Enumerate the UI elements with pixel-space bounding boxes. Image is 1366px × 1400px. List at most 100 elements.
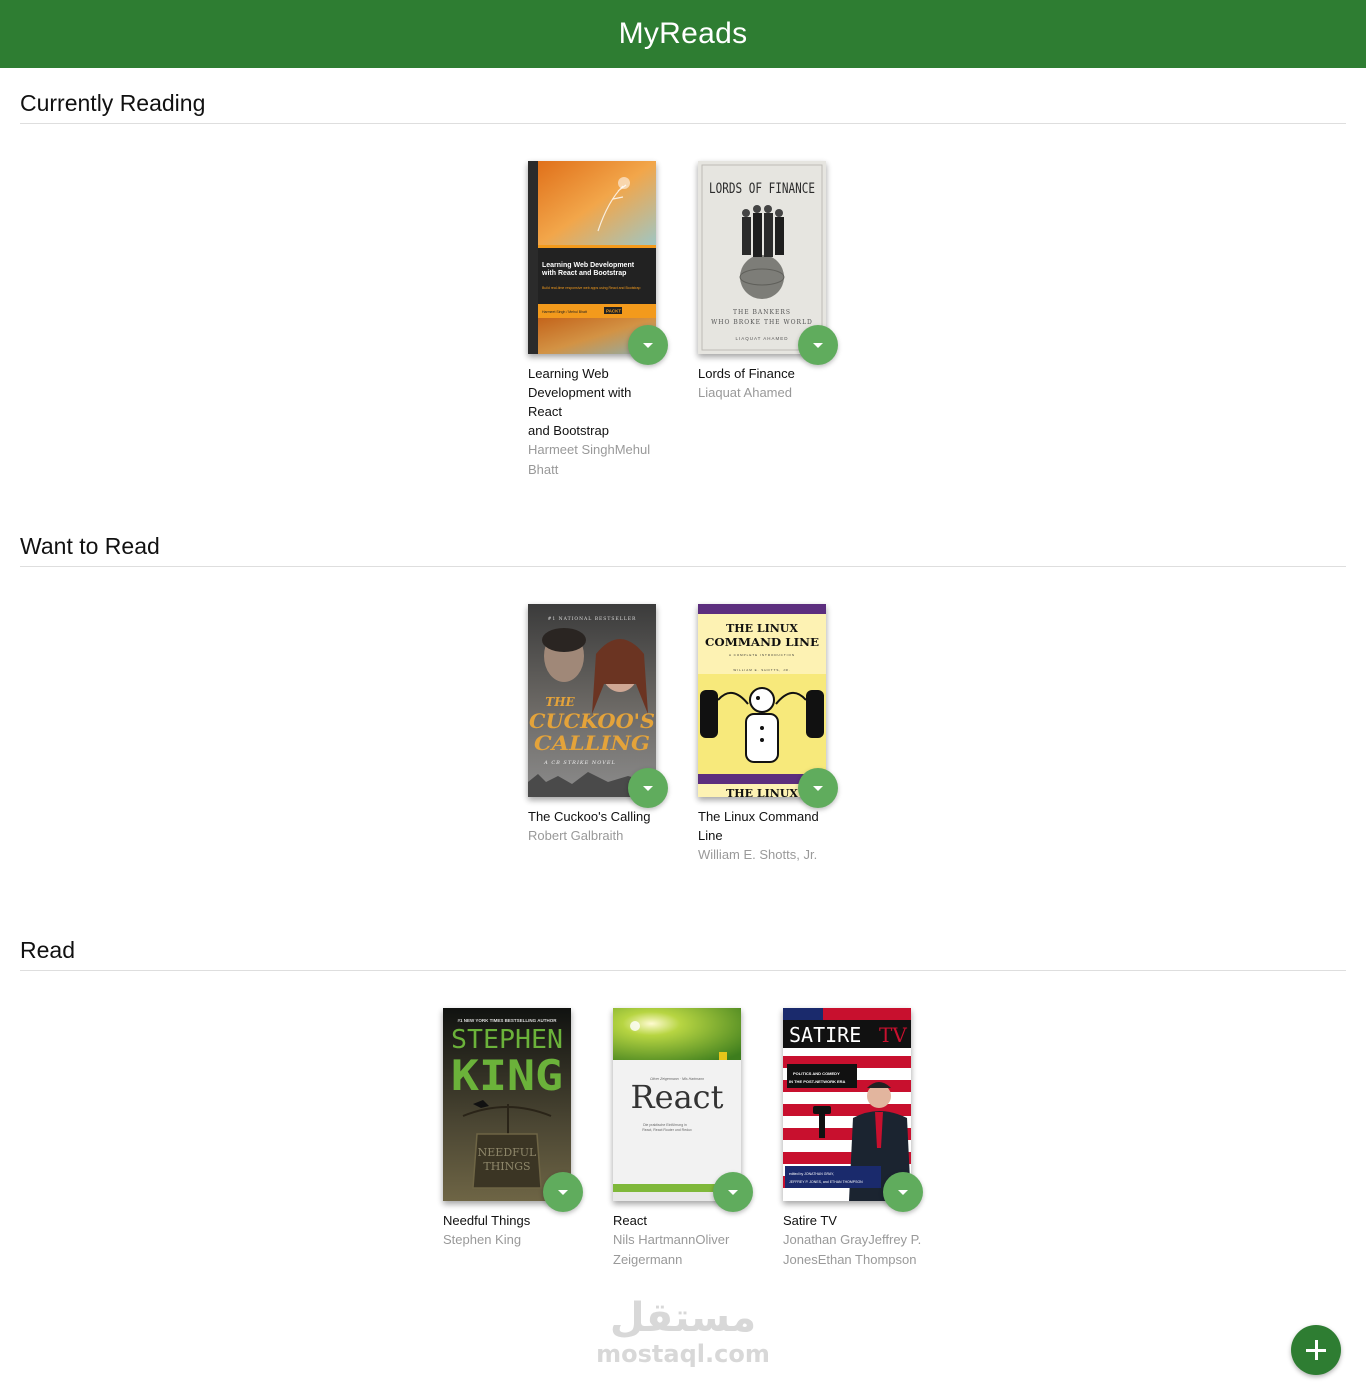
book-title: React Nils HartmannOliver Zeigermann: [613, 1211, 753, 1269]
book-cover[interactable]: SATIRE TV POLITICS AND COMEDY IN THE POS…: [783, 1008, 911, 1201]
book-title-line: and Bootstrap: [528, 423, 609, 438]
cover-text: LIAQUAT AHAMED: [735, 336, 788, 341]
book-title-line: React: [613, 1213, 647, 1228]
cover-text: SATIRE: [789, 1023, 861, 1047]
book-authors: Nils HartmannOliver Zeigermann: [613, 1230, 753, 1269]
book-cover[interactable]: #1 NEW YORK TIMES BESTSELLING AUTHOR STE…: [443, 1008, 571, 1201]
book-title: Satire TV Jonathan GrayJeffrey P. JonesE…: [783, 1211, 923, 1269]
book-cover[interactable]: Oliver Zeigermann · Nils Hartmann React …: [613, 1008, 741, 1201]
cover-text: A CB STRIKE NOVEL: [543, 760, 616, 766]
book-author-line: Stephen King: [443, 1232, 522, 1247]
cover-text: Build real-time responsive web apps usin…: [542, 286, 640, 290]
book-author-line: Liaquat Ahamed: [698, 385, 792, 400]
book-title: Learning Web Development with React and …: [528, 364, 668, 479]
app-title: MyReads: [618, 17, 748, 50]
cover-text: THINGS: [483, 1160, 530, 1173]
book-author-line: JonesEthan Thompson: [783, 1251, 917, 1267]
cover-text: React, React Router und Redux: [642, 1128, 692, 1132]
triangle-down-icon: [898, 1189, 908, 1195]
book-title-line: The Linux Command: [698, 809, 819, 824]
shelf-title: Read: [20, 937, 1346, 971]
triangle-down-icon: [558, 1189, 568, 1195]
book-author-line: Robert Galbraith: [528, 828, 624, 843]
cover-text: THE BANKERS: [733, 309, 791, 316]
book-title: The Cuckoo's Calling Robert Galbraith: [528, 807, 668, 846]
watermark-latin: mostaql.com: [596, 1340, 770, 1368]
book-cover[interactable]: LORDS OF FINANCE THE BANKERS WHO BROKE T…: [698, 161, 826, 354]
cover-text: Learning Web Development: [542, 262, 635, 269]
cover-text: Die praktische Einführung in: [643, 1123, 687, 1127]
book-authors: Liaquat Ahamed: [698, 383, 838, 403]
book-cover[interactable]: Learning Web Development with React and …: [528, 161, 656, 354]
watermark: مستقل mostaql.com: [583, 1296, 783, 1368]
book-author-line: William E. Shotts, Jr.: [698, 847, 818, 862]
cover-text: #1 NATIONAL BESTSELLER: [548, 616, 637, 622]
cover-text: KING: [451, 1051, 563, 1100]
book-author-line: Bhatt: [528, 461, 559, 477]
book-title-line: Needful Things: [443, 1213, 531, 1228]
cover-text: WILLIAM E. SHOTTS, JR.: [733, 668, 790, 672]
shelf-read: Read #1 NEW YORK TIMES BESTSELLING AUTHO…: [20, 937, 1346, 1267]
cover-text: JEFFREY P. JONES, and ETHAN THOMPSON: [789, 1180, 863, 1184]
shelf-changer-button[interactable]: [883, 1172, 923, 1212]
book-authors: Jonathan GrayJeffrey P. JonesEthan Thomp…: [783, 1230, 923, 1269]
book-authors: Harmeet SinghMehul Bhatt: [528, 440, 668, 479]
cover-text: POLITICS AND COMEDY: [793, 1071, 840, 1076]
book-author-line: Jonathan GrayJeffrey P.: [783, 1232, 922, 1247]
triangle-down-icon: [813, 342, 823, 348]
shelf-changer-button[interactable]: [543, 1172, 583, 1212]
add-book-button[interactable]: [1291, 1325, 1341, 1375]
book-title-line: Line: [698, 828, 723, 843]
shelf-title: Want to Read: [20, 533, 1346, 567]
cover-text: IN THE POST-NETWORK ERA: [789, 1079, 846, 1084]
book-authors: Stephen King: [443, 1230, 583, 1250]
shelf-changer-button[interactable]: [713, 1172, 753, 1212]
cover-text: WHO BROKE THE WORLD: [711, 319, 813, 326]
book-title-line: Satire TV: [783, 1213, 837, 1228]
cover-text: edited by JONATHAN GRAY,: [789, 1172, 834, 1176]
book-cover[interactable]: THE LINUX COMMAND LINE A COMPLETE INTROD…: [698, 604, 826, 797]
shelf-currently-reading: Currently Reading Learning Web Developme…: [20, 90, 1346, 477]
triangle-down-icon: [813, 785, 823, 791]
cover-text: PACKT: [606, 309, 621, 314]
shelf-changer-button[interactable]: [628, 768, 668, 808]
app-header: MyReads: [0, 0, 1366, 68]
book-title: The Linux Command Line William E. Shotts…: [698, 807, 838, 865]
book-author-line: Nils HartmannOliver: [613, 1232, 730, 1247]
cover-text: THE: [545, 695, 575, 709]
book-title: Needful Things Stephen King: [443, 1211, 583, 1250]
triangle-down-icon: [728, 1189, 738, 1195]
book-author-line: Harmeet SinghMehul: [528, 442, 651, 457]
book-author-line: Zeigermann: [613, 1251, 683, 1267]
cover-text: COMMAND LINE: [705, 636, 819, 649]
book-title-line: Development with React: [528, 385, 632, 419]
plus-icon: [1306, 1340, 1326, 1360]
cover-text: A COMPLETE INTRODUCTION: [729, 653, 795, 657]
triangle-down-icon: [643, 342, 653, 348]
cover-text: THE LINUX: [726, 622, 798, 635]
book-title-line: The Cuckoo's Calling: [528, 809, 651, 824]
book-cover[interactable]: #1 NATIONAL BESTSELLER THE CUCKOO'S CALL…: [528, 604, 656, 797]
cover-text: NEEDFUL: [478, 1146, 537, 1159]
cover-text: #1 NEW YORK TIMES BESTSELLING AUTHOR: [457, 1018, 557, 1023]
book-title-line: Lords of Finance: [698, 366, 795, 381]
book-authors: William E. Shotts, Jr.: [698, 845, 838, 865]
cover-text: TV: [879, 1023, 907, 1047]
book-title-line: Learning Web: [528, 366, 609, 381]
book-title: Lords of Finance Liaquat Ahamed: [698, 364, 838, 403]
book-authors: Robert Galbraith: [528, 826, 668, 846]
shelf-changer-button[interactable]: [628, 325, 668, 365]
shelf-want-to-read: Want to Read #1 NATIONAL BESTSELLER THE …: [20, 533, 1346, 862]
shelf-changer-button[interactable]: [798, 325, 838, 365]
cover-text: CALLING: [534, 731, 650, 755]
cover-text: React: [631, 1078, 724, 1116]
cover-text: with React and Bootstrap: [541, 270, 626, 277]
cover-text: THE LINUX: [726, 787, 798, 797]
watermark-arabic: مستقل: [609, 1295, 757, 1341]
shelf-changer-button[interactable]: [798, 768, 838, 808]
triangle-down-icon: [643, 785, 653, 791]
cover-text: LORDS OF FINANCE: [709, 181, 815, 197]
cover-text: CUCKOO'S: [529, 709, 655, 733]
shelf-title: Currently Reading: [20, 90, 1346, 124]
cover-text: Harmeet Singh / Mehul Bhatt: [542, 310, 587, 314]
